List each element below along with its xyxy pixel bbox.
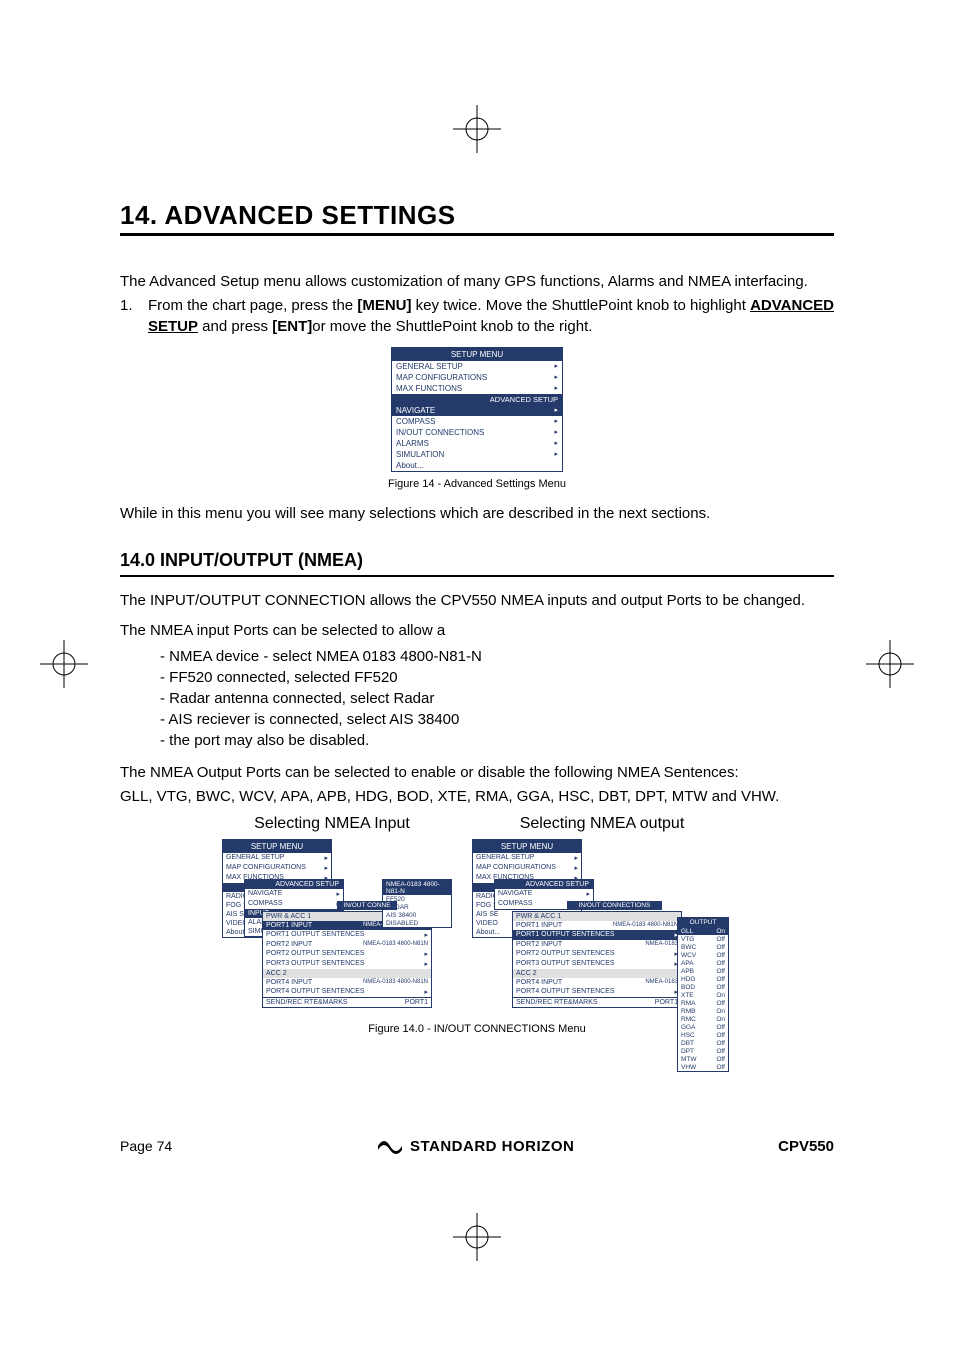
section-p3: The NMEA Output Ports can be selected to… — [120, 763, 834, 783]
output-sentence-row: RMBOn — [678, 1007, 728, 1015]
brand-logo: STANDARD HORIZON — [376, 1136, 574, 1156]
registration-mark-right — [866, 640, 914, 688]
registration-mark-left — [40, 640, 88, 688]
output-sentence-row: HSCOff — [678, 1031, 728, 1039]
setup-menu-screenshot: SETUP MENU GENERAL SETUP MAP CONFIGURATI… — [391, 347, 563, 472]
menu-section-header: ADVANCED SETUP — [392, 394, 562, 405]
dash-item: AIS reciever is connected, select AIS 38… — [160, 709, 834, 730]
menu-item: IN/OUT CONNECTIONS — [392, 427, 562, 438]
registration-mark-bottom — [453, 1213, 501, 1261]
dash-item: FF520 connected, selected FF520 — [160, 667, 834, 688]
dash-item: Radar antenna connected, select Radar — [160, 688, 834, 709]
output-sentence-row: BWCOff — [678, 943, 728, 951]
output-sentence-row: BODOff — [678, 983, 728, 991]
dash-list: NMEA device - select NMEA 0183 4800-N81-… — [160, 646, 834, 751]
heading-rule — [120, 233, 834, 236]
ent-key-label: [ENT] — [272, 318, 312, 335]
dash-item: NMEA device - select NMEA 0183 4800-N81-… — [160, 646, 834, 667]
figure-left-title: Selecting NMEA Input — [254, 815, 410, 833]
step-1-number: 1. — [120, 296, 148, 337]
registration-mark-top — [453, 105, 501, 153]
figure-14-caption: Figure 14 - Advanced Settings Menu — [388, 478, 566, 490]
figure-right: Selecting NMEA output SETUP MENU GENERAL… — [472, 815, 732, 1059]
output-sentence-row: MTWOff — [678, 1055, 728, 1063]
menu-item: MAP CONFIGURATIONS — [392, 372, 562, 383]
model-name: CPV550 — [778, 1138, 834, 1155]
step-1-text-b: key twice. Move the ShuttlePoint knob to… — [411, 297, 750, 314]
menu-item-about: About... — [392, 460, 562, 471]
step-1: 1. From the chart page, press the [MENU]… — [120, 296, 834, 337]
menu-key-label: [MENU] — [357, 297, 411, 314]
chapter-title: 14. ADVANCED SETTINGS — [120, 200, 834, 231]
step-1-body: From the chart page, press the [MENU] ke… — [148, 296, 834, 337]
section-p4: GLL, VTG, BWC, WCV, APA, APB, HDG, BOD, … — [120, 787, 834, 807]
menu-item: ALARMS — [392, 438, 562, 449]
section-p1: The INPUT/OUTPUT CONNECTION allows the C… — [120, 591, 834, 611]
brand-name: STANDARD HORIZON — [410, 1138, 574, 1155]
step-1-text-d: or move the ShuttlePoint knob to the rig… — [312, 318, 592, 335]
output-sentence-row: XTEOn — [678, 991, 728, 999]
figure-left-graphic: SETUP MENU GENERAL SETUP MAP CONFIGURATI… — [222, 839, 442, 1009]
step-1-text-c: and press — [198, 318, 272, 335]
figure-right-title: Selecting NMEA output — [520, 815, 685, 833]
figure-right-graphic: SETUP MENU GENERAL SETUP MAP CONFIGURATI… — [472, 839, 732, 1059]
menu-item: COMPASS — [392, 416, 562, 427]
menu-item: GENERAL SETUP — [392, 361, 562, 372]
output-sentence-row: GGAOff — [678, 1023, 728, 1031]
step-1-text-a: From the chart page, press the — [148, 297, 357, 314]
output-sentence-row: VTGOff — [678, 935, 728, 943]
output-sentence-row: HDGOff — [678, 975, 728, 983]
while-paragraph: While in this menu you will see many sel… — [120, 504, 834, 524]
section-14-0-title: 14.0 INPUT/OUTPUT (NMEA) — [120, 550, 834, 571]
menu-item: MAX FUNCTIONS — [392, 383, 562, 394]
panel-title: SETUP MENU — [223, 840, 331, 853]
figure-14: SETUP MENU GENERAL SETUP MAP CONFIGURATI… — [120, 347, 834, 490]
output-sentence-row: RMCOn — [678, 1015, 728, 1023]
section-rule — [120, 575, 834, 577]
setup-menu-title: SETUP MENU — [392, 348, 562, 361]
output-sentence-row: WCVOff — [678, 951, 728, 959]
section-p2: The NMEA input Ports can be selected to … — [120, 621, 834, 641]
output-sentence-row: DPTOff — [678, 1047, 728, 1055]
output-sentence-row: APBOff — [678, 967, 728, 975]
page-number: Page 74 — [120, 1138, 172, 1154]
output-sentences-popup: OUTPUT GLLOnVTGOffBWCOffWCVOffAPAOffAPBO… — [677, 917, 729, 1072]
output-sentence-row: APAOff — [678, 959, 728, 967]
output-sentence-row: RMAOff — [678, 999, 728, 1007]
page-footer: Page 74 STANDARD HORIZON CPV550 — [120, 1136, 834, 1156]
output-sentence-row: DBTOff — [678, 1039, 728, 1047]
output-sentence-row: GLLOn — [678, 927, 728, 935]
menu-item: SIMULATION — [392, 449, 562, 460]
output-sentence-row: VHWOff — [678, 1063, 728, 1071]
dash-item: the port may also be disabled. — [160, 730, 834, 751]
menu-item-highlighted: NAVIGATE — [392, 405, 562, 416]
intro-paragraph: The Advanced Setup menu allows customiza… — [120, 272, 834, 292]
figure-14-0-row: Selecting NMEA Input SETUP MENU GENERAL … — [120, 815, 834, 1059]
